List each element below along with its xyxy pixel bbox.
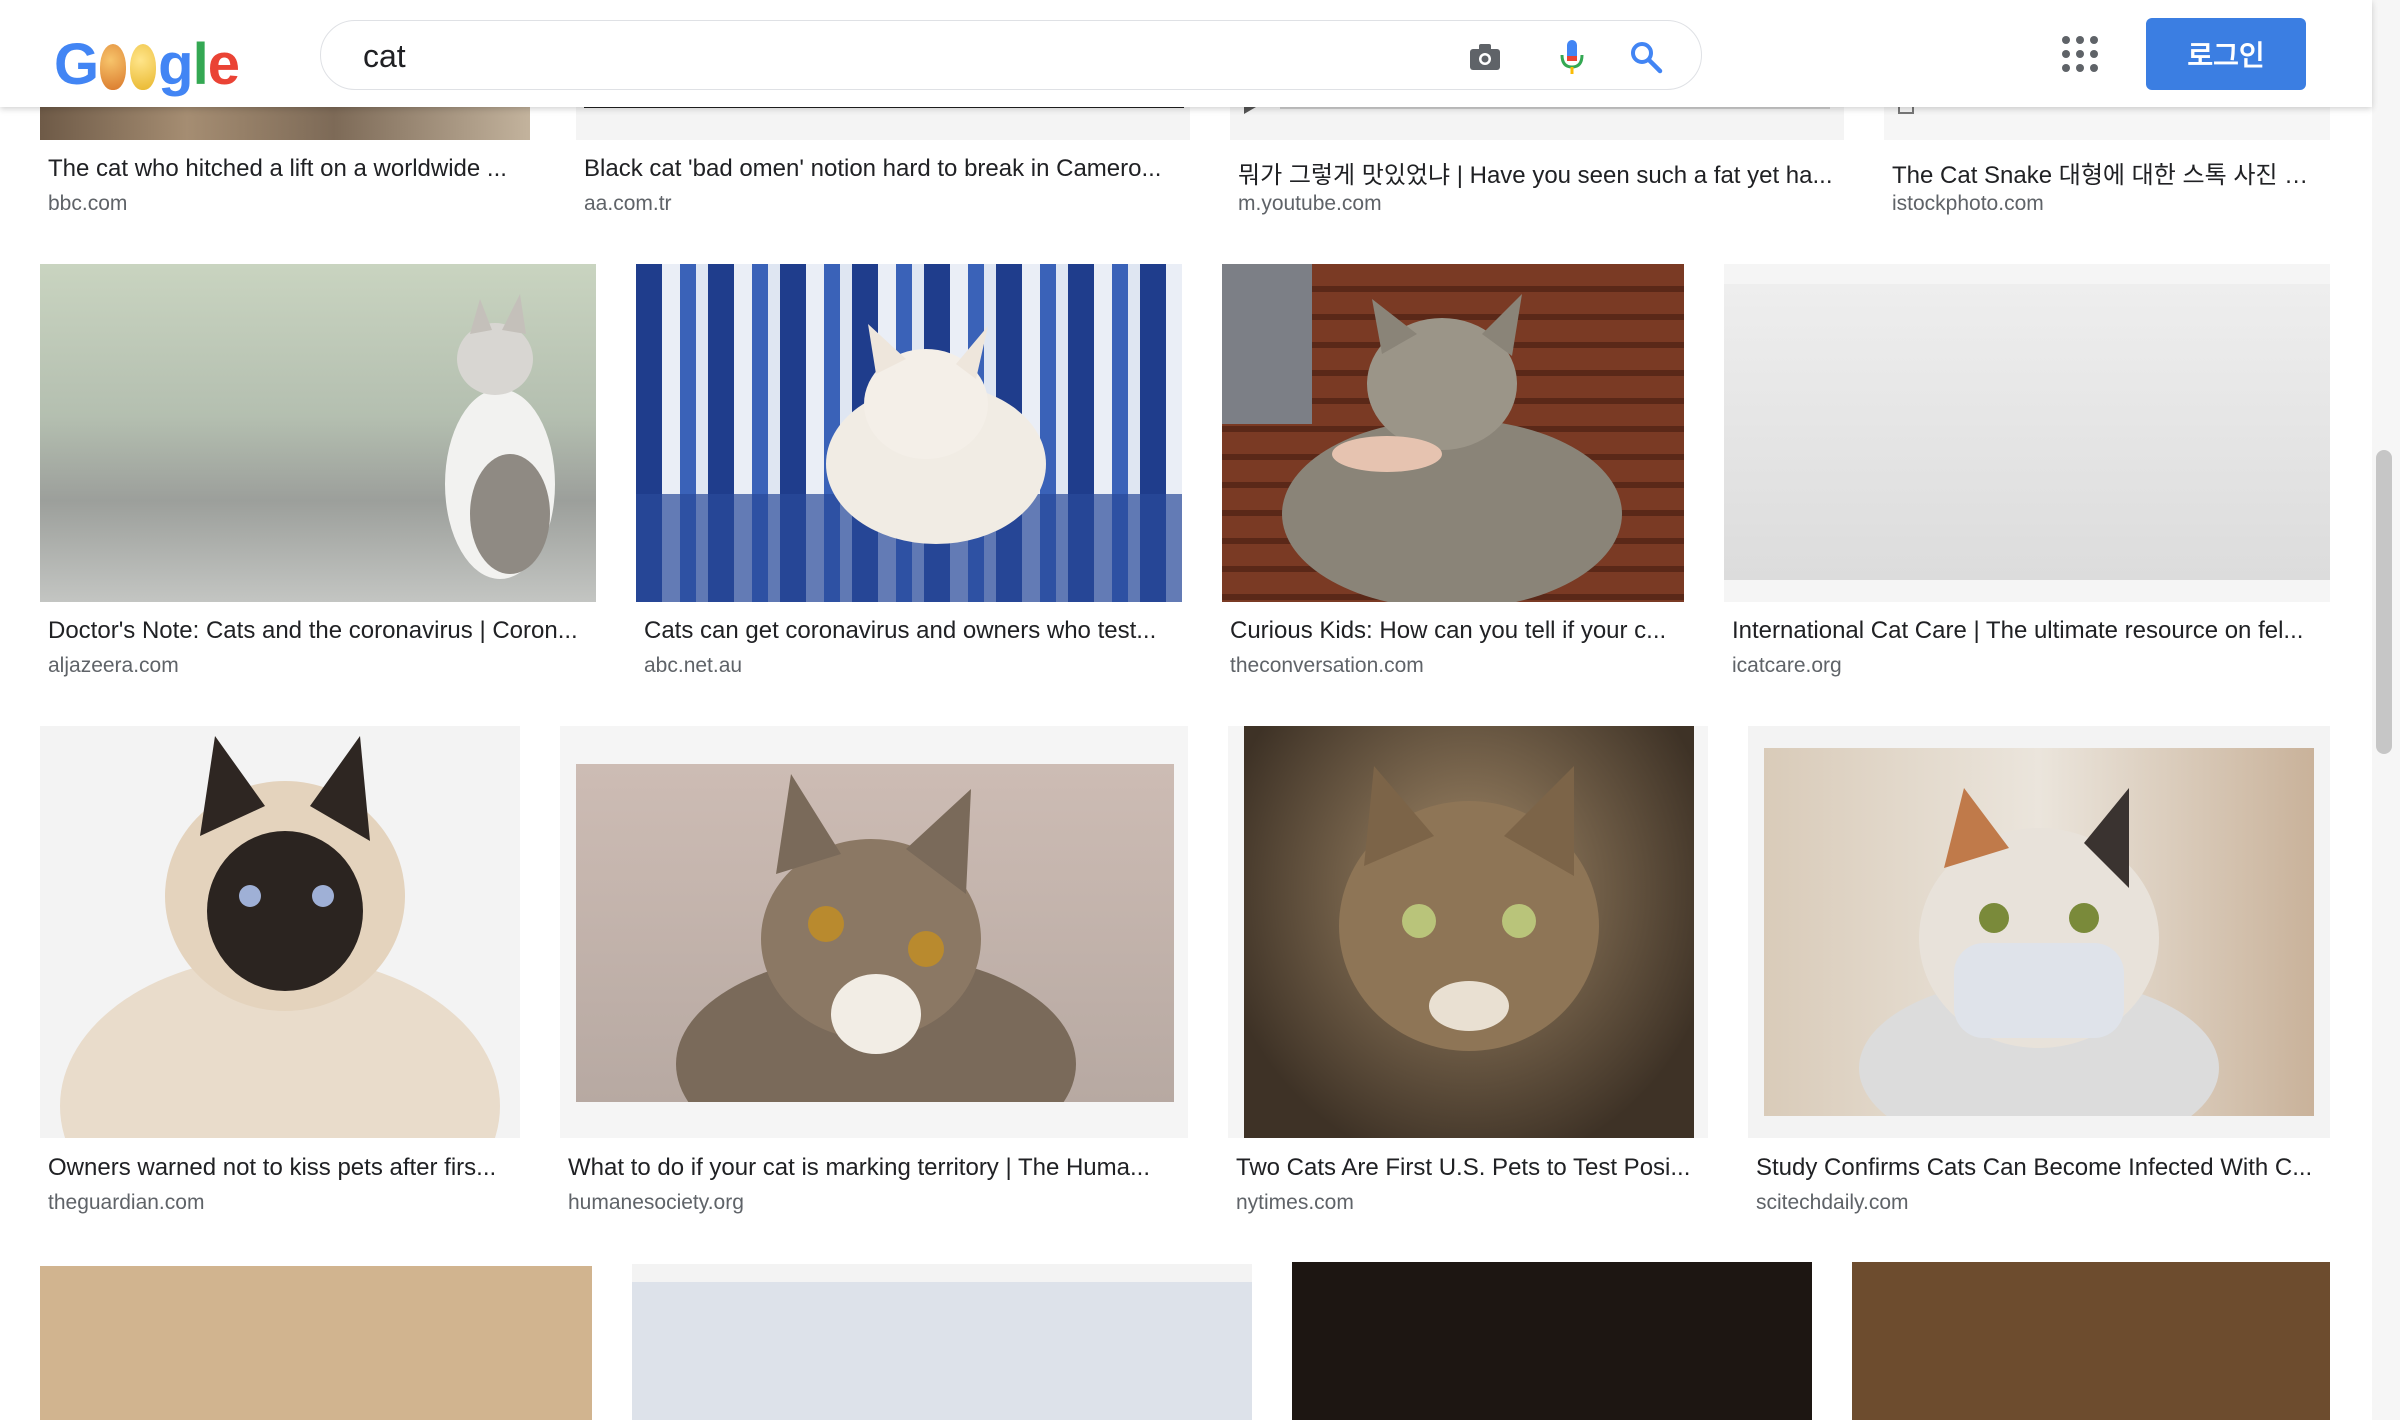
result-title[interactable]: Black cat 'bad omen' notion hard to brea… (584, 155, 1184, 183)
header-bar: Ggle 로그인 (0, 0, 2372, 107)
login-button[interactable]: 로그인 (2146, 18, 2306, 90)
result-image[interactable] (636, 264, 1182, 602)
result-title[interactable]: Two Cats Are First U.S. Pets to Test Pos… (1236, 1154, 1708, 1182)
search-input[interactable] (361, 33, 1365, 79)
result-image[interactable] (1222, 264, 1684, 602)
result-domain[interactable]: m.youtube.com (1238, 192, 1382, 216)
image-result[interactable]: Two Cats Are First U.S. Pets to Test Pos… (1228, 726, 1708, 1226)
result-image[interactable] (1852, 1262, 2330, 1420)
search-box[interactable] (320, 20, 1702, 90)
result-image[interactable] (1292, 1262, 1812, 1420)
scrollbar-thumb[interactable] (2376, 450, 2392, 754)
result-domain[interactable]: theguardian.com (48, 1191, 204, 1215)
camera-icon[interactable] (1466, 38, 1504, 76)
result-title[interactable]: Owners warned not to kiss pets after fir… (48, 1154, 520, 1182)
result-image[interactable] (560, 726, 1188, 1138)
logo-letter: G (54, 32, 99, 97)
result-domain[interactable]: nytimes.com (1236, 1191, 1354, 1215)
result-title[interactable]: Cats can get coronavirus and owners who … (644, 617, 1182, 645)
result-domain[interactable]: aljazeera.com (48, 654, 179, 678)
microphone-icon[interactable] (1553, 38, 1591, 76)
result-domain[interactable]: bbc.com (48, 192, 127, 216)
result-title[interactable]: Curious Kids: How can you tell if your c… (1230, 617, 1684, 645)
result-title[interactable]: 뭐가 그렇게 맛있었냐 | Have you seen such a fat y… (1238, 155, 1838, 190)
result-image[interactable] (632, 1264, 1252, 1420)
image-result[interactable]: Curious Kids: How can you tell if your c… (1222, 264, 1684, 684)
image-result[interactable] (1292, 1262, 1812, 1420)
result-domain[interactable]: icatcare.org (1732, 654, 1842, 678)
result-title[interactable]: What to do if your cat is marking territ… (568, 1154, 1188, 1182)
logo-letter: l (192, 32, 209, 97)
image-result[interactable]: Study Confirms Cats Can Become Infected … (1748, 726, 2330, 1226)
result-image[interactable] (40, 1266, 592, 1420)
result-domain[interactable]: abc.net.au (644, 654, 742, 678)
apps-grid-icon[interactable] (2060, 34, 2100, 74)
lightbulb-icon (100, 44, 127, 90)
image-result[interactable] (1852, 1262, 2330, 1420)
result-image[interactable] (40, 264, 596, 602)
result-image[interactable] (40, 726, 520, 1138)
lightbulb-icon (130, 44, 157, 90)
image-result[interactable]: Owners warned not to kiss pets after fir… (40, 726, 520, 1226)
result-title[interactable]: International Cat Care | The ultimate re… (1732, 617, 2330, 645)
result-domain[interactable]: theconversation.com (1230, 654, 1424, 678)
result-image[interactable] (1228, 726, 1708, 1138)
image-result[interactable]: What to do if your cat is marking territ… (560, 726, 1188, 1226)
logo-letter: g (158, 32, 193, 97)
result-title[interactable]: Doctor's Note: Cats and the coronavirus … (48, 617, 596, 645)
result-image[interactable] (1748, 726, 2330, 1138)
result-domain[interactable]: aa.com.tr (584, 192, 672, 216)
result-title[interactable]: The Cat Snake 대형에 대한 스톡 사진 및 ... (1892, 155, 2328, 190)
result-title[interactable]: Study Confirms Cats Can Become Infected … (1756, 1154, 2330, 1182)
image-result[interactable]: Doctor's Note: Cats and the coronavirus … (40, 264, 596, 684)
result-title[interactable]: The cat who hitched a lift on a worldwid… (48, 155, 538, 183)
logo-letter: e (207, 32, 240, 97)
image-result[interactable]: International Cat Care | The ultimate re… (1724, 264, 2330, 684)
result-domain[interactable]: istockphoto.com (1892, 192, 2044, 216)
result-domain[interactable]: scitechdaily.com (1756, 1191, 1909, 1215)
image-result[interactable] (40, 1266, 592, 1420)
google-doodle-logo[interactable]: Ggle (54, 30, 240, 100)
result-domain[interactable]: humanesociety.org (568, 1191, 744, 1215)
image-result[interactable] (632, 1264, 1252, 1420)
image-result[interactable]: Cats can get coronavirus and owners who … (636, 264, 1182, 684)
search-icon[interactable] (1627, 38, 1665, 76)
result-image[interactable] (1724, 264, 2330, 602)
